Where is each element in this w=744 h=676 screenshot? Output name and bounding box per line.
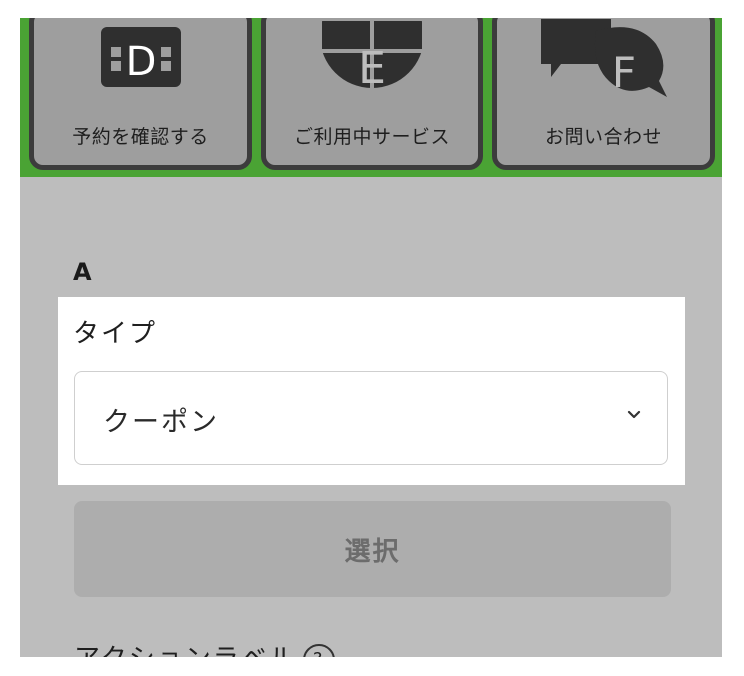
type-select[interactable]: クーポン xyxy=(74,371,668,465)
section-label: A xyxy=(73,258,92,286)
tile-reservation-label: 予約を確認する xyxy=(72,126,209,148)
reservation-icon-letter: D xyxy=(126,39,157,85)
globe-icon: E xyxy=(322,21,422,91)
tile-services-label: ご利用中サービス xyxy=(293,126,450,148)
tile-contact[interactable]: F お問い合わせ xyxy=(492,18,715,170)
shortcut-tiles: D 予約を確認する E ご利用中サービス F お問い合わせ xyxy=(20,18,722,177)
chat-bubbles-icon: F xyxy=(541,19,667,97)
type-select-value: クーポン xyxy=(103,407,219,438)
action-label: アクションラベル? xyxy=(74,638,335,657)
type-field-title: タイプ xyxy=(73,319,158,349)
app-frame: D 予約を確認する E ご利用中サービス F お問い合わせ A タイプ クーポン… xyxy=(20,18,722,657)
chat-bubbles-icon-letter: F xyxy=(612,48,636,97)
select-button[interactable]: 選択 xyxy=(74,501,671,597)
globe-icon-letter: E xyxy=(358,43,386,91)
tile-reservation[interactable]: D 予約を確認する xyxy=(29,18,252,170)
help-icon[interactable]: ? xyxy=(302,643,335,657)
tile-services[interactable]: E ご利用中サービス xyxy=(261,18,483,170)
reservation-icon: D xyxy=(101,27,181,87)
chevron-down-icon xyxy=(627,410,641,419)
type-field-card: タイプ クーポン xyxy=(58,297,685,485)
action-label-text: アクションラベル xyxy=(74,644,297,657)
tile-contact-label: お問い合わせ xyxy=(544,126,662,148)
